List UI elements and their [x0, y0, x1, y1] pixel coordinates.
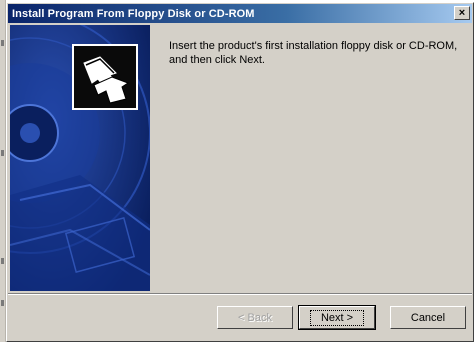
edge-mark: [1, 40, 4, 46]
close-button[interactable]: ×: [454, 6, 470, 20]
edge-mark: [1, 150, 4, 156]
instruction-text: Insert the product's first installation …: [169, 40, 458, 66]
install-arrow-icon: [72, 44, 138, 110]
window-title: Install Program From Floppy Disk or CD-R…: [12, 7, 255, 20]
button-separator: [8, 293, 472, 295]
cancel-button[interactable]: Cancel: [390, 306, 466, 329]
next-button-label: Next >: [309, 309, 365, 326]
install-program-dialog: Install Program From Floppy Disk or CD-R…: [6, 2, 474, 342]
close-icon: ×: [458, 6, 466, 19]
wizard-side-graphic: [10, 25, 150, 291]
back-button[interactable]: < Back: [217, 306, 293, 329]
title-bar[interactable]: Install Program From Floppy Disk or CD-R…: [8, 4, 472, 23]
cd-disc-artwork: [10, 25, 150, 291]
edge-mark: [1, 258, 4, 264]
edge-mark: [1, 300, 4, 306]
next-button[interactable]: Next >: [298, 305, 376, 330]
